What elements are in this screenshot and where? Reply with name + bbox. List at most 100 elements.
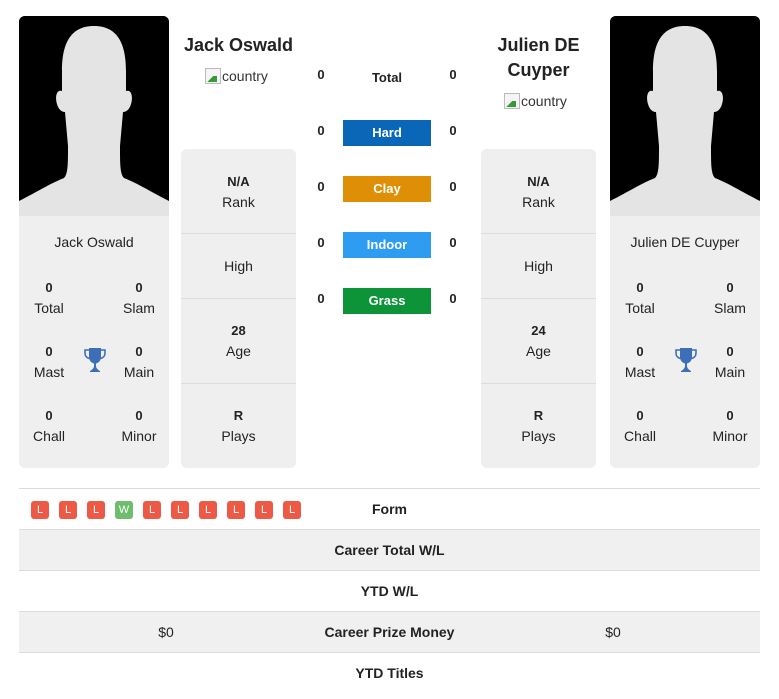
divider [181,233,296,234]
stat-value: 0 [726,344,734,359]
player2-age: 24 Age [481,321,596,361]
player2-slam-titles: 0 Slam [700,278,760,318]
rank-value: N/A [227,174,250,189]
age-value: 28 [231,323,246,338]
player1-mast-titles: 0 Mast [19,342,79,382]
stat-label: Chall [33,428,65,444]
p2-indoor-count: 0 [449,235,457,250]
stat-value: 0 [636,280,644,295]
player2-plays: R Plays [481,406,596,446]
stat-label: Minor [712,428,748,444]
surface-indoor-badge[interactable]: Indoor [343,232,431,258]
stat-value: 0 [45,408,53,423]
stat-value: 0 [726,280,734,295]
player1-slam-titles: 0 Slam [109,278,169,318]
row-label: YTD W/L [360,583,419,599]
player2-high: High [481,256,596,276]
stat-value: 0 [135,408,143,423]
player1-plays: R Plays [181,406,296,446]
player1-age: 28 Age [181,321,296,361]
player1-high: High [181,256,296,276]
player2-total-titles: 0 Total [610,278,670,318]
stat-label: Mast [33,364,65,380]
stat-value: 0 [45,344,53,359]
plays-label: Plays [221,428,256,444]
p1-indoor-count: 0 [317,235,325,250]
surface-clay-badge[interactable]: Clay [343,176,431,202]
stat-value: 0 [636,408,644,423]
broken-image-icon [205,68,221,84]
trophy-icon [84,348,106,372]
p2-total-count: 0 [449,67,457,82]
silhouette-icon [610,16,760,216]
p1-grass-count: 0 [317,291,325,306]
rank-label: Rank [522,194,555,210]
divider [481,383,596,384]
silhouette-icon [19,16,169,216]
player2-info-panel: N/A Rank High 24 Age R Plays [481,149,596,468]
player1-info-panel: N/A Rank High 28 Age R Plays [181,149,296,468]
table-row: $0 Career Prize Money $0 [19,611,760,652]
player2-photo[interactable] [610,16,760,216]
player1-total-titles: 0 Total [19,278,79,318]
divider [481,233,596,234]
stat-value: 0 [135,280,143,295]
country-alt-text: country [521,93,567,109]
p1-total-count: 0 [317,67,325,82]
broken-image-icon [504,93,520,109]
surface-grass-badge[interactable]: Grass [343,288,431,314]
table-row: YTD Titles [19,652,760,693]
plays-value: R [533,408,544,423]
stat-label: Slam [714,300,746,316]
row-label: Career Total W/L [334,542,445,558]
player2-card-name: Julien DE Cuyper [630,234,740,250]
player2-main-titles: 0 Main [700,342,760,382]
stat-label: Total [34,300,64,316]
player1-photo[interactable] [19,16,169,216]
form-label: Form [372,501,407,517]
p2-grass-count: 0 [449,291,457,306]
p1-clay-count: 0 [317,179,325,194]
player2-minor-titles: 0 Minor [700,406,760,446]
divider [181,383,296,384]
player2-chall-titles: 0 Chall [610,406,670,446]
stat-label: Chall [624,428,656,444]
country-alt-text: country [222,68,268,84]
stat-value: 0 [45,280,53,295]
p2-hard-count: 0 [449,123,457,138]
player2-rank: N/A Rank [481,172,596,212]
row-label: YTD Titles [355,665,424,681]
stat-label: Slam [123,300,155,316]
surface-hard-badge[interactable]: Hard [343,120,431,146]
player1-card-name: Jack Oswald [54,234,134,250]
plays-label: Plays [521,428,556,444]
player1-card: Jack Oswald 0 Total 0 Slam 0 Mast 0 Main… [19,16,169,468]
rank-value: N/A [527,174,550,189]
plays-value: R [233,408,244,423]
player1-country-flag: country [205,68,268,84]
player2-mast-titles: 0 Mast [610,342,670,382]
high-label: High [524,258,553,274]
stat-label: Total [625,300,655,316]
stat-value: 0 [636,344,644,359]
table-row: Career Total W/L [19,529,760,570]
divider [481,298,596,299]
player1-name[interactable]: Jack Oswald [181,33,296,58]
player1-main-titles: 0 Main [109,342,169,382]
form-row: LLLWLLLLLL Form [19,488,760,529]
player2-card: Julien DE Cuyper 0 Total 0 Slam 0 Mast 0… [610,16,760,468]
surface-total-label: Total [371,70,403,85]
player2-country-flag: country [504,93,567,109]
player1-chall-titles: 0 Chall [19,406,79,446]
table-row: YTD W/L [19,570,760,611]
stat-label: Main [123,364,155,380]
stat-label: Mast [624,364,656,380]
p1-hard-count: 0 [317,123,325,138]
rank-label: Rank [222,194,255,210]
stat-label: Main [714,364,746,380]
age-value: 24 [531,323,546,338]
stat-value: 0 [135,344,143,359]
player2-name[interactable]: Julien DE Cuyper [481,33,596,83]
stat-label: Minor [121,428,157,444]
trophy-icon [675,348,697,372]
